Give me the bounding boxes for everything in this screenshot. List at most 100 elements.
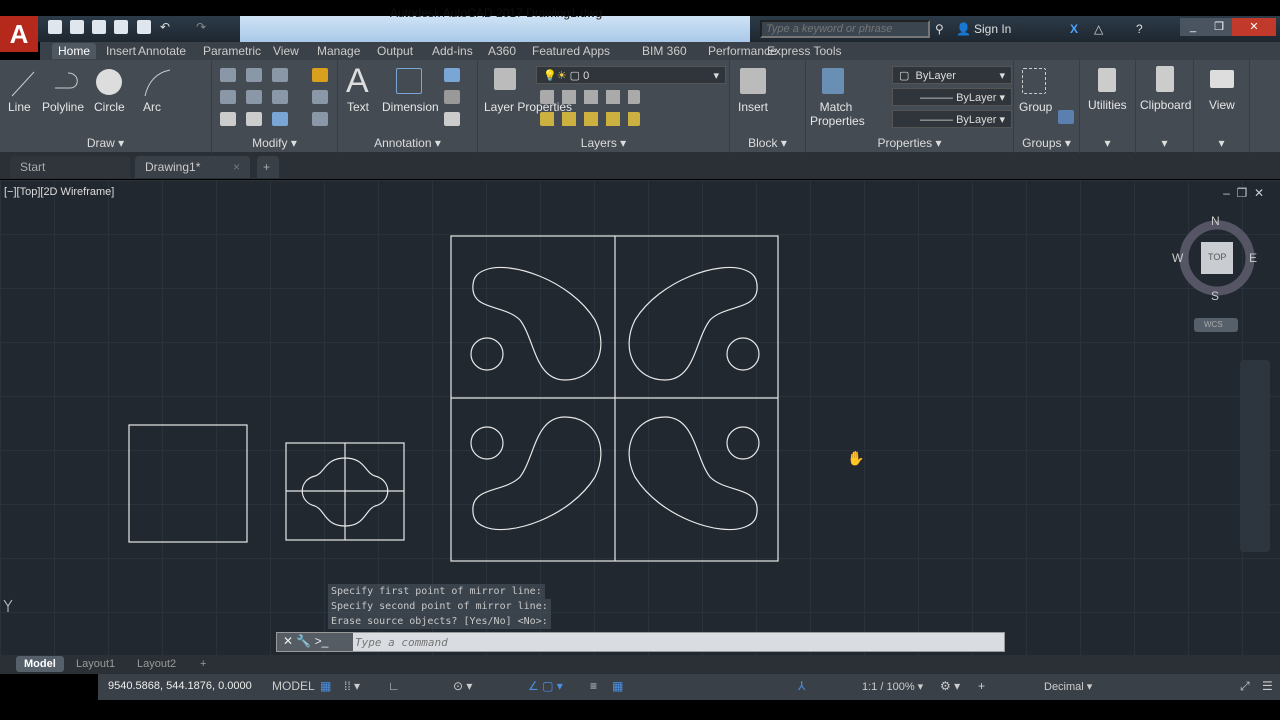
linetype-dropdown[interactable]: ——— ByLayer ▾ bbox=[892, 88, 1012, 106]
modify-panel-title[interactable]: Modify ▾ bbox=[212, 136, 337, 150]
table-icon[interactable] bbox=[444, 112, 460, 126]
leader-icon[interactable] bbox=[444, 90, 460, 104]
layers-panel-title[interactable]: Layers ▾ bbox=[478, 136, 729, 150]
customize-menu-icon[interactable]: ☰ bbox=[1262, 679, 1273, 693]
a360-icon[interactable]: △ bbox=[1094, 22, 1103, 36]
osnap-toggle[interactable]: ∠ ▢ ▾ bbox=[528, 679, 563, 693]
explode-icon[interactable] bbox=[312, 90, 328, 104]
add-layout-button[interactable]: + bbox=[192, 656, 214, 672]
layer-tools-row1[interactable] bbox=[540, 90, 640, 104]
save-as-icon[interactable] bbox=[114, 20, 128, 34]
tab-home[interactable]: Home bbox=[52, 43, 97, 59]
save-icon[interactable] bbox=[92, 20, 106, 34]
lineweight-dropdown[interactable]: ——— ByLayer ▾ bbox=[892, 110, 1012, 128]
search-input[interactable] bbox=[760, 20, 930, 38]
restore-button[interactable]: ❐ bbox=[1206, 18, 1232, 36]
polyline-button[interactable]: Polyline bbox=[42, 100, 84, 114]
viewcube-top[interactable]: TOP bbox=[1208, 252, 1226, 262]
offset-icon[interactable] bbox=[312, 112, 328, 126]
layer-tools-row2[interactable] bbox=[540, 112, 640, 126]
fullscreen-icon[interactable]: ⤢ bbox=[1240, 679, 1250, 694]
line-button[interactable]: Line bbox=[8, 100, 31, 114]
move-icon[interactable] bbox=[220, 68, 236, 82]
help-icon[interactable]: ? bbox=[1136, 22, 1143, 36]
text-button[interactable]: Text bbox=[347, 100, 369, 114]
tab-featured-apps[interactable]: Featured Apps bbox=[526, 43, 616, 59]
tab-annotate[interactable]: Annotate bbox=[132, 43, 192, 59]
scale-icon[interactable] bbox=[246, 112, 262, 126]
command-input[interactable] bbox=[355, 634, 955, 650]
tab-a360[interactable]: A360 bbox=[482, 43, 522, 59]
application-menu-button[interactable]: A bbox=[0, 16, 38, 52]
minimize-button[interactable]: _ bbox=[1180, 18, 1206, 36]
block-panel-title[interactable]: Block ▾ bbox=[730, 136, 805, 150]
group-button[interactable]: Group bbox=[1019, 100, 1052, 114]
exchange-icon[interactable]: X bbox=[1070, 22, 1078, 36]
ortho-toggle[interactable]: ∟ bbox=[388, 679, 400, 693]
compass-south[interactable]: S bbox=[1211, 289, 1219, 303]
compass-east[interactable]: E bbox=[1249, 251, 1257, 265]
stretch-icon[interactable] bbox=[220, 112, 236, 126]
annotation-visibility-icon[interactable]: ⅄ bbox=[798, 679, 805, 693]
new-icon[interactable] bbox=[48, 20, 62, 34]
tab-add-ins[interactable]: Add-ins bbox=[426, 43, 479, 59]
transparency-toggle[interactable]: ▦ bbox=[612, 679, 623, 693]
units-dropdown[interactable]: Decimal ▾ bbox=[1044, 680, 1092, 693]
tab-output[interactable]: Output bbox=[371, 43, 419, 59]
close-button[interactable]: ✕ bbox=[1232, 18, 1276, 36]
snap-toggle[interactable]: ⁞⁞ ▾ bbox=[344, 679, 360, 693]
match-properties-button[interactable]: Match Properties bbox=[810, 100, 865, 128]
insert-button[interactable]: Insert bbox=[738, 100, 768, 114]
fillet-icon[interactable] bbox=[272, 90, 288, 104]
lineweight-toggle[interactable]: ≡ bbox=[590, 679, 597, 693]
tab-view[interactable]: View bbox=[267, 43, 305, 59]
annotation-panel-title[interactable]: Annotation ▾ bbox=[338, 136, 477, 150]
utilities-panel[interactable]: Utilities ▾ bbox=[1080, 60, 1136, 153]
dimension-button[interactable]: Dimension bbox=[382, 100, 439, 114]
group-selection-icon[interactable] bbox=[1058, 110, 1074, 124]
redo-icon[interactable]: ↷ bbox=[196, 20, 206, 34]
rotate-icon[interactable] bbox=[246, 68, 262, 82]
erase-icon[interactable] bbox=[312, 68, 328, 82]
tab-express-tools[interactable]: Express Tools bbox=[761, 43, 847, 59]
annotation-scale[interactable]: 1:1 / 100% ▾ bbox=[862, 680, 923, 693]
layer-dropdown[interactable]: 💡☀ ▢ 0 ▾ bbox=[536, 66, 726, 84]
groups-panel-title[interactable]: Groups ▾ bbox=[1014, 136, 1079, 150]
arc-button[interactable]: Arc bbox=[143, 100, 161, 114]
file-tab-start[interactable]: Start bbox=[10, 156, 130, 178]
isolate-icon[interactable]: + bbox=[978, 679, 985, 693]
close-tab-icon[interactable]: × bbox=[233, 160, 240, 174]
tab-layout2[interactable]: Layout2 bbox=[129, 656, 184, 672]
view-panel[interactable]: View ▾ bbox=[1194, 60, 1250, 153]
draw-panel-title[interactable]: Draw ▾ bbox=[0, 136, 211, 150]
tab-manage[interactable]: Manage bbox=[311, 43, 366, 59]
compass-north[interactable]: N bbox=[1211, 214, 1220, 228]
plot-icon[interactable] bbox=[137, 20, 151, 34]
workspace-gear-icon[interactable]: ⚙ ▾ bbox=[940, 679, 960, 693]
tab-parametric[interactable]: Parametric bbox=[197, 43, 267, 59]
copy-icon[interactable] bbox=[220, 90, 236, 104]
compass-west[interactable]: W bbox=[1172, 251, 1183, 265]
circle-button[interactable]: Circle bbox=[94, 100, 125, 114]
color-dropdown[interactable]: ▢ ByLayer ▾ bbox=[892, 66, 1012, 84]
model-space-button[interactable]: MODEL bbox=[272, 679, 315, 693]
command-line-tools[interactable]: ✕ 🔧 >_ bbox=[277, 633, 353, 651]
clipboard-panel[interactable]: Clipboard ▾ bbox=[1136, 60, 1194, 153]
wcs-menu[interactable]: WCS bbox=[1204, 320, 1223, 329]
tab-layout1[interactable]: Layout1 bbox=[68, 656, 123, 672]
mirror-icon[interactable] bbox=[246, 90, 262, 104]
sign-in-button[interactable]: Sign In bbox=[974, 22, 1011, 36]
file-tab-drawing1[interactable]: Drawing1* × bbox=[135, 156, 250, 178]
polar-toggle[interactable]: ⊙ ▾ bbox=[453, 679, 472, 693]
grid-toggle[interactable]: ▦ bbox=[320, 679, 331, 693]
linear-dim-icon[interactable] bbox=[444, 68, 460, 82]
tab-bim-360[interactable]: BIM 360 bbox=[636, 43, 693, 59]
coordinates-readout[interactable]: 9540.5868, 544.1876, 0.0000 bbox=[108, 680, 252, 692]
undo-icon[interactable]: ↶ bbox=[160, 20, 170, 34]
tab-model[interactable]: Model bbox=[16, 656, 64, 672]
drawing-viewport[interactable]: [−][Top][2D Wireframe] ‒ ❐ ✕ ✋ N S E W T… bbox=[0, 180, 1280, 655]
binoculars-icon[interactable]: ⚲ bbox=[935, 22, 944, 36]
properties-panel-title[interactable]: Properties ▾ bbox=[806, 136, 1013, 150]
new-tab-button[interactable]: + bbox=[257, 156, 279, 178]
trim-icon[interactable] bbox=[272, 68, 288, 82]
